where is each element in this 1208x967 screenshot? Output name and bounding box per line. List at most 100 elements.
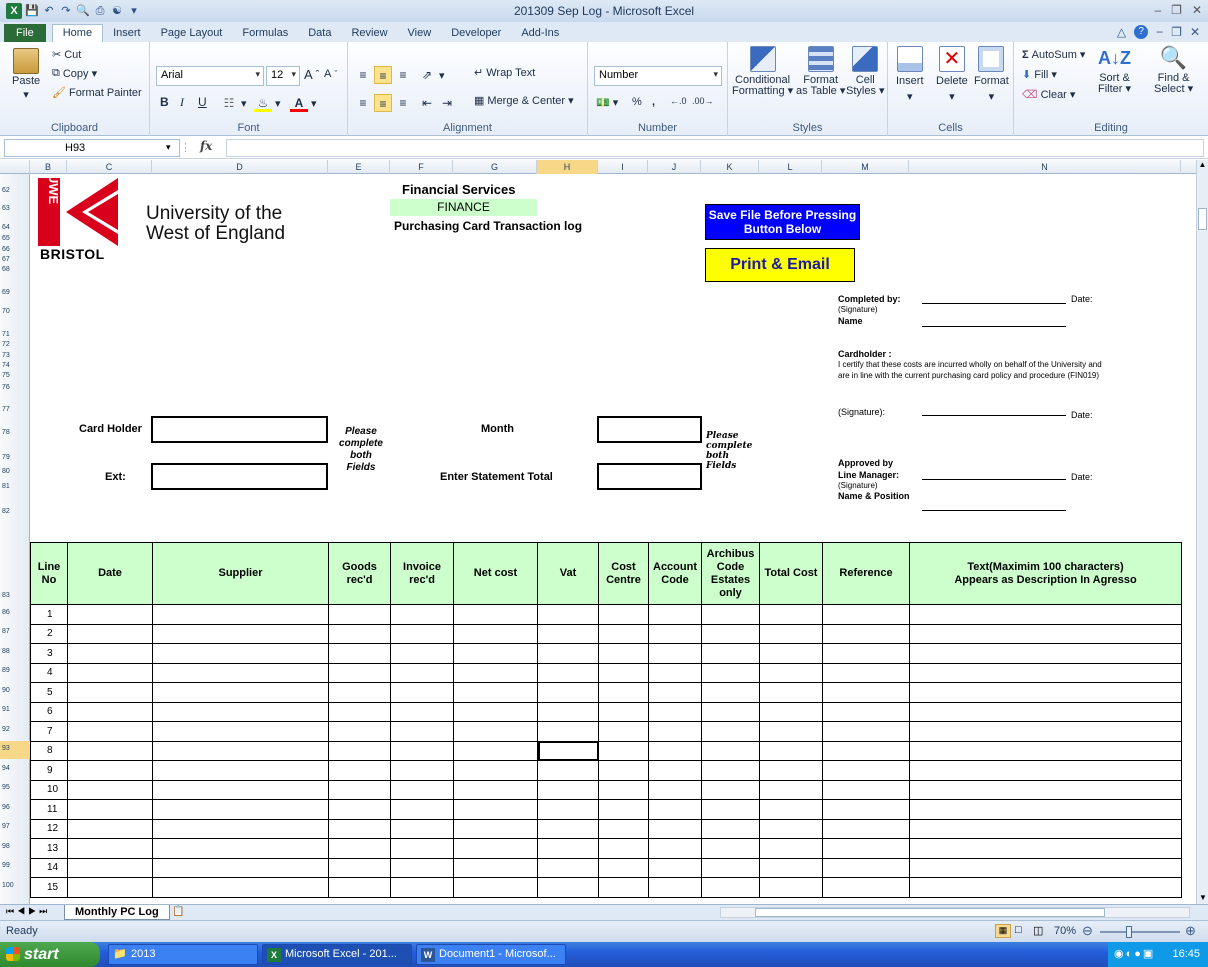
row-header[interactable]: 67 [0,256,30,263]
cell-date[interactable] [67,682,153,703]
close-button[interactable]: ✕ [1192,3,1202,17]
clear-button[interactable]: ⌫ Clear ▾ [1022,88,1075,101]
cell-goods-recd[interactable] [328,701,391,722]
save-icon[interactable]: 💾 [25,4,39,18]
cell-reference[interactable] [822,623,910,644]
cell-cost-centre[interactable] [598,604,649,625]
cell-cost-centre[interactable] [598,623,649,644]
delete-cells-button[interactable]: ✕ Delete ▾ [936,46,968,103]
zoom-slider-thumb[interactable] [1126,926,1132,938]
underline-button[interactable]: U [198,95,207,109]
cell-date[interactable] [67,799,153,820]
row-header[interactable]: 91 [0,706,30,713]
cell-goods-recd[interactable] [328,643,391,664]
row-header[interactable]: 98 [0,843,30,850]
cell-date[interactable] [67,838,153,859]
cell-invoice-recd[interactable] [390,604,454,625]
doc-close-icon[interactable]: ✕ [1190,25,1200,39]
cell-cost-centre[interactable] [598,643,649,664]
column-header[interactable]: D [152,160,328,174]
row-header[interactable]: 73 [0,352,30,359]
name-line[interactable] [922,326,1066,327]
insert-function-button[interactable]: fx [200,139,212,153]
percent-button[interactable]: % [632,96,642,108]
customize-qa-icon[interactable]: ▾ [127,4,141,18]
row-header[interactable]: 94 [0,765,30,772]
doc-restore-icon[interactable]: ❐ [1171,25,1182,39]
row-header[interactable]: 80 [0,468,30,475]
cell-account-code[interactable] [648,643,702,664]
find-icon[interactable]: ☯ [110,4,124,18]
increase-decimal-button[interactable]: ←.0 [670,96,687,106]
cell-supplier[interactable] [152,643,329,664]
cell-date[interactable] [67,818,153,839]
cell-line-no[interactable]: 10 [30,779,68,800]
borders-button[interactable]: ☷ ▾ [220,94,247,112]
cell-reference[interactable] [822,760,910,781]
cell-supplier[interactable] [152,779,329,800]
cell-line-no[interactable]: 2 [30,623,68,644]
cell-text[interactable] [909,838,1182,859]
cell-invoice-recd[interactable] [390,838,454,859]
cell-date[interactable] [67,740,153,761]
cell-total-cost[interactable] [759,604,823,625]
line-manager-line[interactable] [922,479,1066,480]
cell-account-code[interactable] [648,760,702,781]
row-header[interactable]: 87 [0,628,30,635]
row-header[interactable]: 77 [0,406,30,413]
cell-cost-centre[interactable] [598,818,649,839]
cell-cost-centre[interactable] [598,799,649,820]
cell-total-cost[interactable] [759,838,823,859]
row-header[interactable]: 63 [0,205,30,212]
cell-goods-recd[interactable] [328,857,391,878]
taskbar-folder-2013[interactable]: 📁 2013 [108,944,258,965]
tab-insert[interactable]: Insert [103,25,151,42]
cell-account-code[interactable] [648,779,702,800]
cell-text[interactable] [909,662,1182,683]
scroll-up-icon[interactable]: ▲ [1197,160,1208,174]
cell-date[interactable] [67,701,153,722]
row-header[interactable]: 88 [0,648,30,655]
cell-invoice-recd[interactable] [390,760,454,781]
row-header[interactable]: 97 [0,823,30,830]
cell-goods-recd[interactable] [328,740,391,761]
grow-font-button[interactable]: Aˆ [304,67,319,82]
cell-cost-centre[interactable] [598,682,649,703]
cell-line-no[interactable]: 14 [30,857,68,878]
cell-supplier[interactable] [152,838,329,859]
row-header[interactable]: 81 [0,483,30,490]
row-header[interactable]: 78 [0,429,30,436]
cell-archibus-code[interactable] [701,682,760,703]
start-button[interactable]: start [0,942,100,967]
cell-total-cost[interactable] [759,643,823,664]
cell-goods-recd[interactable] [328,760,391,781]
view-page-layout-icon[interactable]: □ [1015,924,1022,936]
column-header[interactable]: E [328,160,390,174]
cell-reference[interactable] [822,604,910,625]
row-header[interactable]: 92 [0,726,30,733]
cell-reference[interactable] [822,721,910,742]
name-box[interactable]: H93 [4,139,180,157]
cell-total-cost[interactable] [759,779,823,800]
top-align-button[interactable]: ≡ [354,66,372,84]
row-header[interactable]: 64 [0,224,30,231]
wrap-text-button[interactable]: ↵ Wrap Text [474,66,535,80]
cell-goods-recd[interactable] [328,799,391,820]
cell-invoice-recd[interactable] [390,701,454,722]
row-header[interactable]: 76 [0,384,30,391]
align-left-button[interactable]: ≡ [354,94,372,112]
cell-reference[interactable] [822,662,910,683]
cell-vat[interactable] [537,662,599,683]
taskbar-excel[interactable]: X Microsoft Excel - 201... [262,944,412,965]
row-header[interactable]: 99 [0,862,30,869]
column-header[interactable]: H [537,160,598,174]
cell-line-no[interactable]: 7 [30,721,68,742]
row-header[interactable]: 82 [0,508,30,515]
h-scroll-thumb[interactable] [755,908,1105,917]
cell-goods-recd[interactable] [328,662,391,683]
cell-text[interactable] [909,799,1182,820]
cell-date[interactable] [67,623,153,644]
conditional-formatting-button[interactable]: Conditional Formatting ▾ [732,46,793,97]
tab-page-layout[interactable]: Page Layout [151,25,233,42]
cell-total-cost[interactable] [759,818,823,839]
